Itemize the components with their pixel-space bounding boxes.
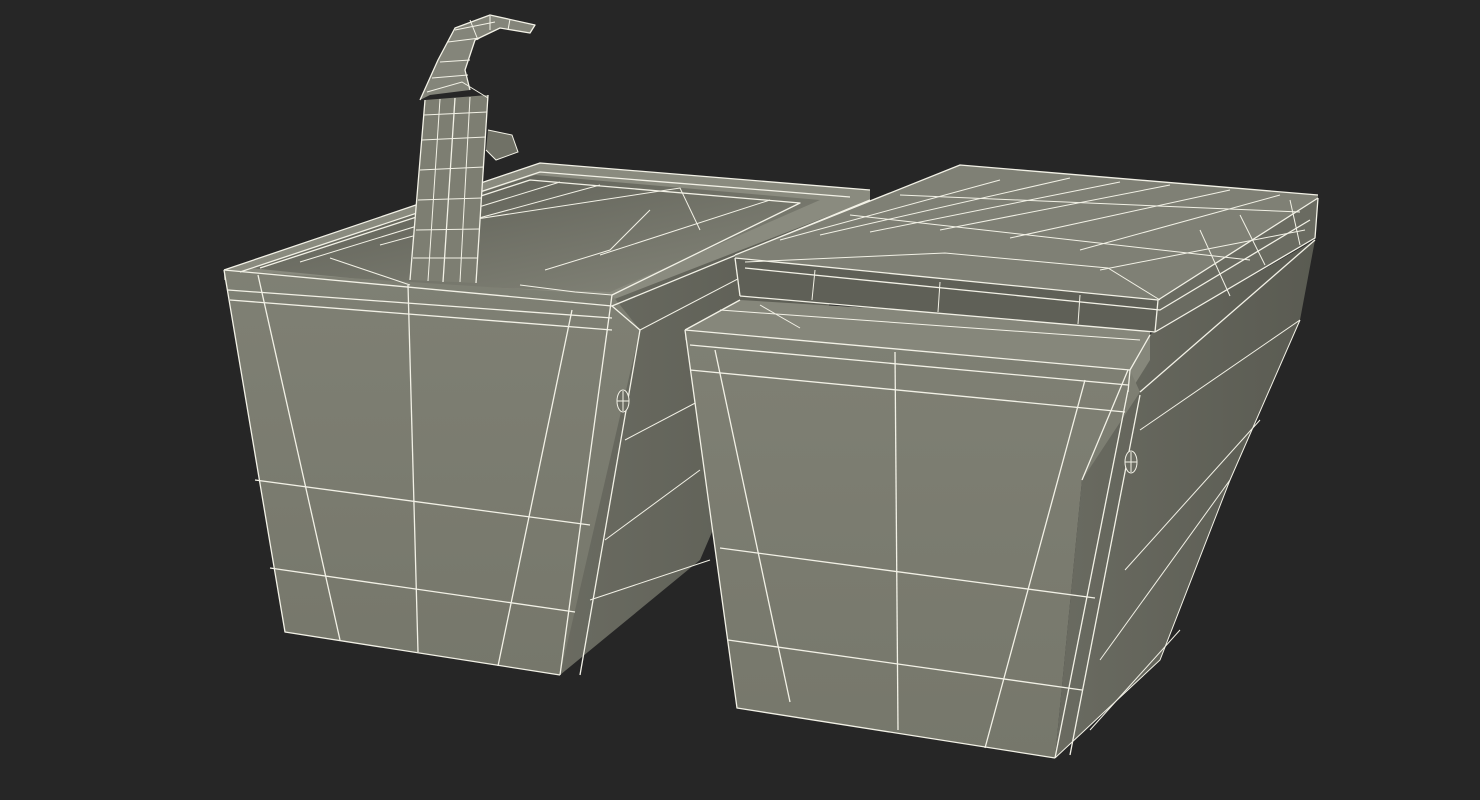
toilet-side-button-icon bbox=[1124, 450, 1138, 474]
bidet-side-button-icon bbox=[616, 389, 630, 413]
3d-viewport bbox=[0, 0, 1480, 800]
